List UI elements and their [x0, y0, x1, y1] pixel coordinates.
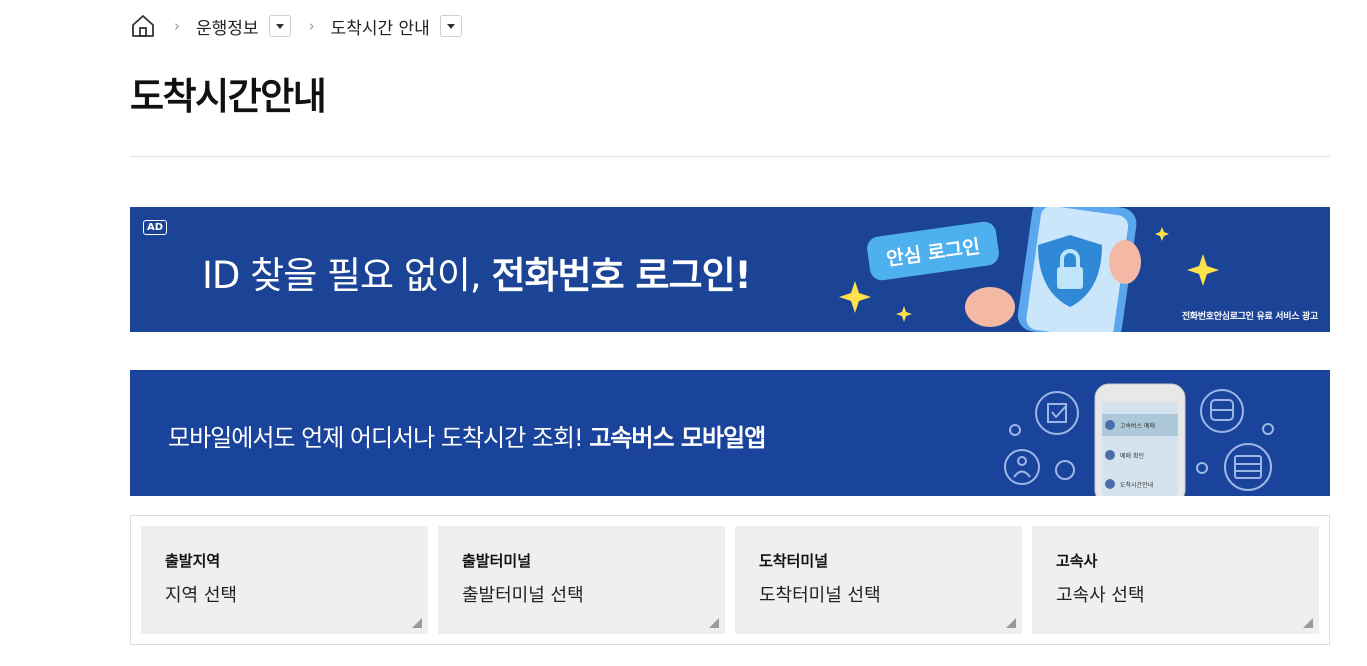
- home-icon[interactable]: [130, 13, 156, 39]
- search-panel: 출발지역 지역 선택 출발터미널 출발터미널 선택 도착터미널 도착터미널 선택…: [130, 515, 1330, 645]
- divider: [130, 156, 1330, 157]
- page-title: 도착시간안내: [130, 75, 327, 118]
- corner-triangle-icon: [1303, 618, 1313, 628]
- operation-info-dropdown-button[interactable]: [268, 15, 291, 37]
- ad-disclaimer: 전화번호안심로그인 유료 서비스 광고: [1181, 312, 1318, 322]
- arrival-terminal-select[interactable]: 도착터미널 도착터미널 선택: [735, 526, 1022, 634]
- app-banner-text: 모바일에서도 언제 어디서나 도착시간 조회! 고속버스 모바일앱: [168, 424, 766, 452]
- phone-menu-item: 예매 확인: [1120, 452, 1144, 460]
- caret-down-icon: [446, 23, 455, 29]
- field-label: 도착터미널: [759, 552, 829, 570]
- table-icon: [1224, 443, 1272, 491]
- phone-icon: 고속버스 예매 예매 확인 도착시간안내: [1094, 383, 1186, 496]
- ad-badge: AD: [143, 220, 168, 235]
- field-label: 출발터미널: [462, 552, 532, 570]
- corner-triangle-icon: [1006, 618, 1016, 628]
- phone-menu-item: 도착시간안내: [1120, 481, 1153, 489]
- field-label: 출발지역: [165, 552, 221, 570]
- bus-company-select[interactable]: 고속사 고속사 선택: [1032, 526, 1319, 634]
- chevron-right-icon: ›: [308, 17, 315, 35]
- field-label: 고속사: [1056, 552, 1098, 570]
- corner-triangle-icon: [709, 618, 719, 628]
- chevron-right-icon: ›: [174, 17, 180, 35]
- field-value: 고속사 선택: [1056, 585, 1145, 606]
- field-value: 출발터미널 선택: [462, 585, 584, 606]
- corner-triangle-icon: [412, 618, 422, 628]
- breadcrumb: › 운행정보 › 도착시간 안내: [130, 12, 462, 40]
- mobile-app-banner[interactable]: 모바일에서도 언제 어디서나 도착시간 조회! 고속버스 모바일앱 고속버스 예…: [130, 370, 1330, 496]
- ad-headline: ID 찾을 필요 없이, 전화번호 로그인!: [202, 254, 752, 297]
- phone-menu-item: 고속버스 예매: [1120, 422, 1155, 430]
- checkbox-icon: [1035, 391, 1079, 435]
- field-value: 도착터미널 선택: [759, 585, 881, 606]
- departure-region-select[interactable]: 출발지역 지역 선택: [141, 526, 428, 634]
- arrival-time-dropdown-button[interactable]: [439, 15, 462, 37]
- ad-banner[interactable]: AD ID 찾을 필요 없이, 전화번호 로그인! 안심 로그인 전화번호안심로…: [130, 207, 1330, 332]
- person-icon: [1004, 449, 1040, 485]
- breadcrumb-item-arrival-time[interactable]: 도착시간 안내: [331, 14, 430, 39]
- departure-terminal-select[interactable]: 출발터미널 출발터미널 선택: [438, 526, 725, 634]
- caret-down-icon: [275, 23, 284, 29]
- field-value: 지역 선택: [165, 585, 237, 606]
- mobile-app-illustration: 고속버스 예매 예매 확인 도착시간안내: [1004, 383, 1274, 496]
- breadcrumb-item-operation-info[interactable]: 운행정보: [196, 14, 259, 39]
